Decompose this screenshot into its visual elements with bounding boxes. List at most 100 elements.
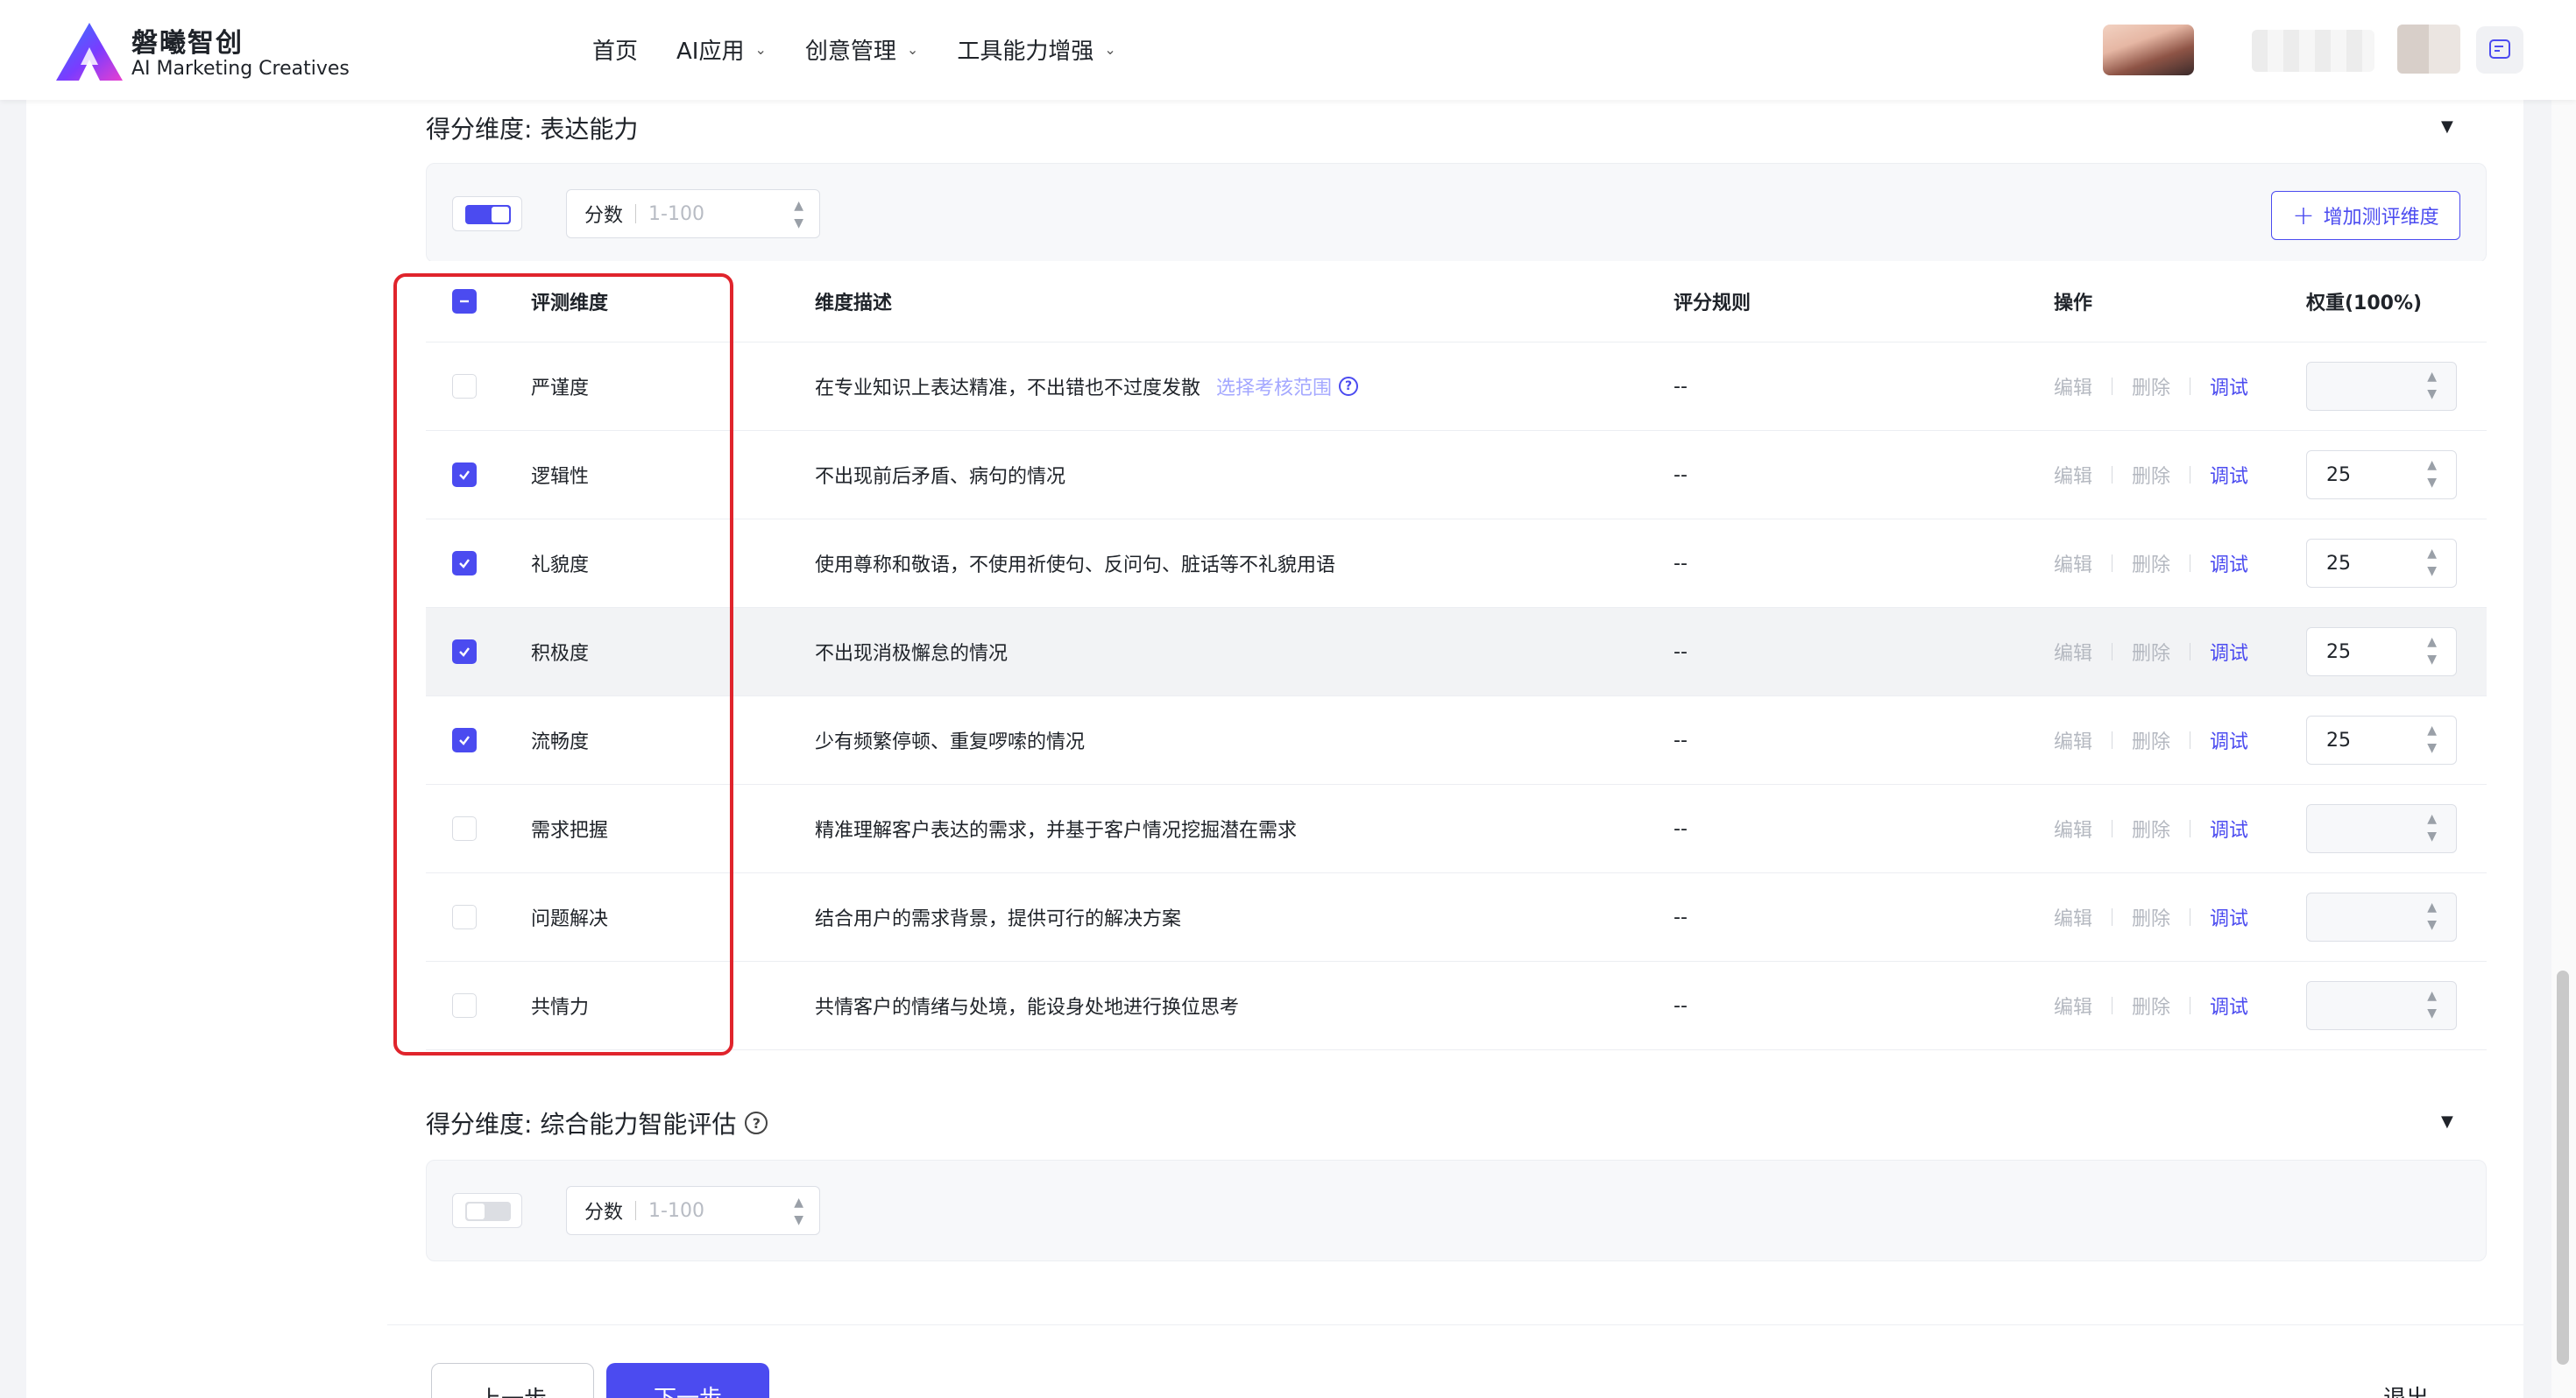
- delete-button[interactable]: 删除: [2132, 372, 2170, 400]
- section1-enable-toggle[interactable]: [452, 196, 522, 231]
- user-avatar[interactable]: [2103, 25, 2194, 75]
- scrollbar-thumb[interactable]: [2557, 971, 2569, 1365]
- row-checkbox[interactable]: [452, 374, 477, 399]
- edit-button[interactable]: 编辑: [2054, 992, 2092, 1020]
- dimension-desc-cell: 在专业知识上表达精准，不出错也不过度发散 选择考核范围 ?: [815, 342, 1359, 430]
- add-dimension-label: 增加测评维度: [2323, 207, 2439, 229]
- nav-label: AI应用: [676, 39, 745, 65]
- edit-button[interactable]: 编辑: [2054, 903, 2092, 931]
- debug-button[interactable]: 调试: [2210, 726, 2248, 754]
- row-checkbox[interactable]: [452, 639, 477, 664]
- table-row: 礼貌度 使用尊称和敬语，不使用祈使句、反问句、脏话等不礼貌用语 -- 编辑 删除…: [426, 519, 2487, 607]
- delete-button[interactable]: 删除: [2132, 726, 2170, 754]
- row-actions: 编辑 删除 调试: [2054, 431, 2248, 519]
- exit-button[interactable]: 退出: [2383, 1380, 2429, 1398]
- main-nav: 首页 AI应用 ⌄ 创意管理 ⌄ 工具能力增强 ⌄: [592, 33, 1155, 66]
- row-select-cell: [452, 431, 477, 519]
- weight-input[interactable]: 25 ▲ ▼: [2306, 450, 2457, 499]
- debug-button[interactable]: 调试: [2210, 461, 2248, 489]
- help-question-icon[interactable]: ?: [1339, 377, 1359, 396]
- section2-enable-toggle[interactable]: [452, 1193, 522, 1228]
- stepper-arrows-icon[interactable]: ▲ ▼: [2427, 456, 2437, 491]
- stepper-arrows-icon[interactable]: ▲ ▼: [2427, 368, 2437, 403]
- help-question-icon[interactable]: ?: [745, 1112, 768, 1134]
- table-row: 流畅度 少有频繁停顿、重复啰嗦的情况 -- 编辑 删除 调试 25 ▲ ▼: [426, 695, 2487, 784]
- row-select-cell: [452, 873, 477, 961]
- row-select-cell: [452, 342, 477, 430]
- row-checkbox[interactable]: [452, 993, 477, 1018]
- section-title-text: 得分维度: 表达能力: [426, 115, 639, 144]
- stepper-arrows-icon[interactable]: ▲ ▼: [2427, 810, 2437, 845]
- edit-button[interactable]: 编辑: [2054, 372, 2092, 400]
- edit-button[interactable]: 编辑: [2054, 461, 2092, 489]
- debug-button[interactable]: 调试: [2210, 903, 2248, 931]
- username-blurred[interactable]: [2252, 30, 2374, 72]
- row-actions: 编辑 删除 调试: [2054, 608, 2248, 695]
- row-checkbox[interactable]: [452, 551, 477, 575]
- collapse-caret-icon[interactable]: ▼: [2441, 1112, 2453, 1131]
- edit-button[interactable]: 编辑: [2054, 549, 2092, 577]
- weight-input[interactable]: ▲ ▼: [2306, 362, 2457, 411]
- stepper-arrows-icon[interactable]: ▲ ▼: [794, 1194, 803, 1229]
- debug-button[interactable]: 调试: [2210, 992, 2248, 1020]
- delete-button[interactable]: 删除: [2132, 992, 2170, 1020]
- weight-input[interactable]: 25 ▲ ▼: [2306, 539, 2457, 588]
- delete-button[interactable]: 删除: [2132, 815, 2170, 843]
- section1-score-input[interactable]: 分数 1-100 ▲ ▼: [566, 189, 820, 238]
- indeterminate-icon: [460, 300, 469, 303]
- select-scope-link[interactable]: 选择考核范围: [1216, 372, 1332, 400]
- delete-button[interactable]: 删除: [2132, 549, 2170, 577]
- delete-button[interactable]: 删除: [2132, 638, 2170, 666]
- delete-button[interactable]: 删除: [2132, 461, 2170, 489]
- row-actions: 编辑 删除 调试: [2054, 519, 2248, 607]
- nav-item-creative-management[interactable]: 创意管理 ⌄: [805, 33, 918, 66]
- weight-input[interactable]: ▲ ▼: [2306, 804, 2457, 853]
- weight-input[interactable]: 25 ▲ ▼: [2306, 716, 2457, 765]
- table-header-row: 评测维度 维度描述 评分规则 操作 权重(100%): [426, 261, 2487, 342]
- checkmark-icon: [459, 647, 470, 657]
- dimension-desc: 共情客户的情绪与处境，能设身处地进行换位思考: [815, 997, 1240, 1019]
- row-checkbox[interactable]: [452, 816, 477, 841]
- debug-button[interactable]: 调试: [2210, 549, 2248, 577]
- stepper-arrows-icon[interactable]: ▲ ▼: [2427, 722, 2437, 757]
- checkmark-icon: [459, 470, 470, 480]
- score-placeholder: 1-100: [648, 202, 704, 225]
- select-all-checkbox[interactable]: [452, 289, 477, 314]
- edit-button[interactable]: 编辑: [2054, 815, 2092, 843]
- message-button[interactable]: [2476, 26, 2523, 74]
- edit-button[interactable]: 编辑: [2054, 726, 2092, 754]
- debug-button[interactable]: 调试: [2210, 815, 2248, 843]
- brand-name-en: AI Marketing Creatives: [131, 58, 350, 80]
- prev-step-button[interactable]: 上一步: [431, 1363, 594, 1398]
- weight-input[interactable]: 25 ▲ ▼: [2306, 627, 2457, 676]
- stepper-arrows-icon[interactable]: ▲ ▼: [2427, 545, 2437, 580]
- weight-cell: ▲ ▼: [2306, 873, 2457, 961]
- nav-item-home[interactable]: 首页: [592, 33, 638, 66]
- footer-divider: [387, 1324, 2523, 1325]
- stepper-arrows-icon[interactable]: ▲ ▼: [2427, 899, 2437, 934]
- debug-button[interactable]: 调试: [2210, 638, 2248, 666]
- weight-input[interactable]: ▲ ▼: [2306, 981, 2457, 1030]
- weight-cell: 25 ▲ ▼: [2306, 608, 2457, 695]
- delete-button[interactable]: 删除: [2132, 903, 2170, 931]
- weight-input[interactable]: ▲ ▼: [2306, 893, 2457, 942]
- stepper-arrows-icon[interactable]: ▲ ▼: [2427, 633, 2437, 668]
- section2-score-input[interactable]: 分数 1-100 ▲ ▼: [566, 1186, 820, 1235]
- account-blurred[interactable]: [2397, 25, 2460, 74]
- row-checkbox[interactable]: [452, 462, 477, 487]
- row-checkbox[interactable]: [452, 728, 477, 752]
- brand-logo-icon[interactable]: [54, 21, 124, 82]
- next-step-button[interactable]: 下一步: [606, 1363, 769, 1398]
- debug-button[interactable]: 调试: [2210, 372, 2248, 400]
- row-checkbox[interactable]: [452, 905, 477, 929]
- add-dimension-button[interactable]: + 增加测评维度: [2271, 191, 2460, 240]
- stepper-arrows-icon[interactable]: ▲ ▼: [2427, 987, 2437, 1022]
- scoring-rule: --: [1674, 640, 1688, 663]
- collapse-caret-icon[interactable]: ▼: [2441, 117, 2453, 136]
- stepper-arrows-icon[interactable]: ▲ ▼: [794, 197, 803, 232]
- nav-item-tool-enhancement[interactable]: 工具能力增强 ⌄: [957, 33, 1115, 66]
- nav-item-ai-apps[interactable]: AI应用 ⌄: [676, 33, 767, 66]
- weight-cell: 25 ▲ ▼: [2306, 696, 2457, 784]
- dimension-name: 需求把握: [531, 820, 609, 842]
- edit-button[interactable]: 编辑: [2054, 638, 2092, 666]
